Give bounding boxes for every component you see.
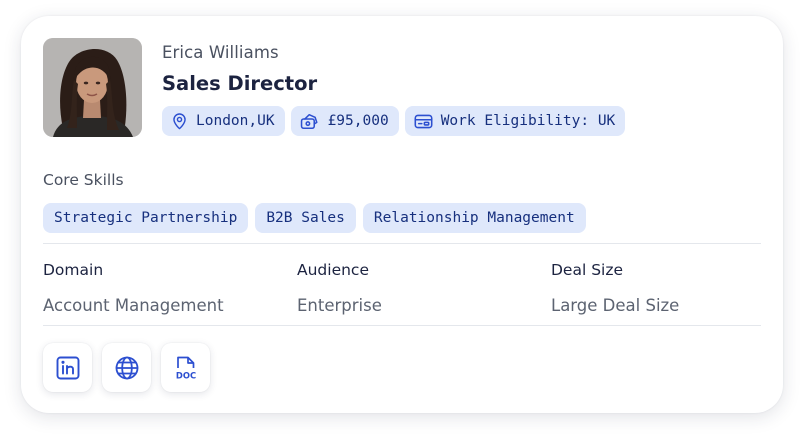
divider <box>43 325 761 326</box>
location-label: London,UK <box>196 113 275 129</box>
location-pin-icon <box>173 112 186 129</box>
domain-value: Account Management <box>43 296 224 315</box>
linkedin-icon <box>56 356 79 379</box>
domain-header: Domain <box>43 261 104 279</box>
core-skills-heading: Core Skills <box>43 171 124 189</box>
salary-chip: £95,000 <box>290 106 399 136</box>
work-eligibility-label: Work Eligibility: UK <box>440 113 616 129</box>
candidate-name: Erica Williams <box>162 43 279 62</box>
document-button[interactable]: DOC <box>161 343 210 392</box>
skill-tag: B2B Sales <box>255 203 356 233</box>
doc-icon: DOC <box>175 356 196 380</box>
deal-size-value: Large Deal Size <box>551 296 680 315</box>
profile-links: DOC <box>43 343 210 392</box>
deal-size-header: Deal Size <box>551 261 624 279</box>
doc-icon-label: DOC <box>175 370 195 380</box>
globe-icon <box>115 356 138 379</box>
deal-size-column: Deal Size Large Deal Size <box>551 261 679 315</box>
domain-column: Domain Account Management <box>43 261 224 315</box>
location-chip: London,UK <box>162 106 285 136</box>
job-title: Sales Director <box>162 72 318 95</box>
avatar <box>43 38 142 137</box>
salary-label: £95,000 <box>327 113 389 129</box>
skills-list: Strategic Partnership B2B Sales Relation… <box>43 203 586 233</box>
id-card-icon <box>414 114 433 128</box>
website-button[interactable] <box>102 343 151 392</box>
skill-tag: Relationship Management <box>362 203 586 233</box>
info-chips: London,UK £95,000 Work Eligibility: UK <box>162 106 626 136</box>
audience-value: Enterprise <box>297 296 382 315</box>
salary-icon <box>300 113 318 129</box>
audience-header: Audience <box>297 261 369 279</box>
skill-tag: Strategic Partnership <box>43 203 249 233</box>
divider <box>43 243 761 244</box>
work-eligibility-chip: Work Eligibility: UK <box>404 106 626 136</box>
audience-column: Audience Enterprise <box>297 261 382 315</box>
linkedin-button[interactable] <box>43 343 92 392</box>
profile-card: Erica Williams Sales Director London,UK … <box>21 16 783 413</box>
